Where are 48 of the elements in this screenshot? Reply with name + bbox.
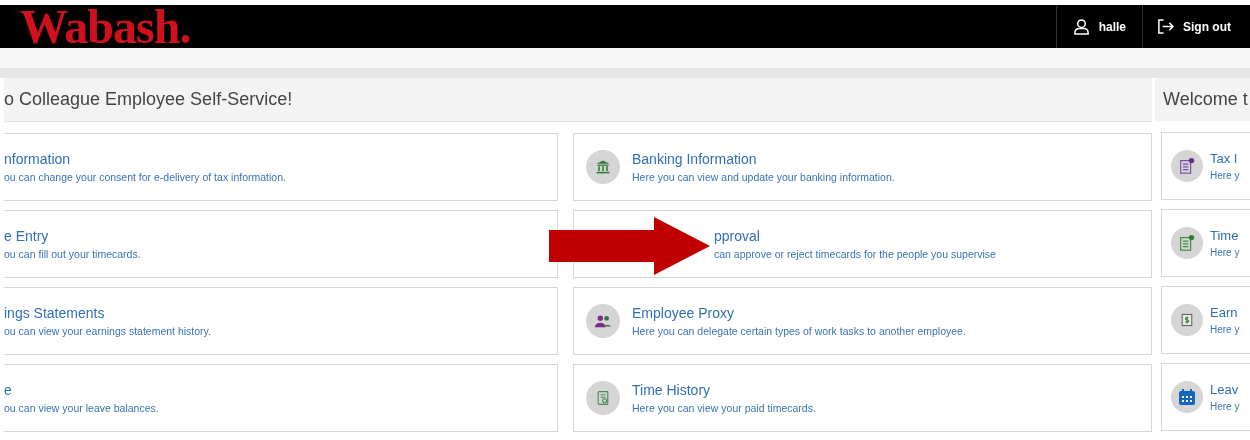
card[interactable]: Time Here y [1161,209,1250,277]
card[interactable]: Time History Here you can view your paid timecards. [573,364,1152,432]
card-description: Here y [1210,324,1240,335]
card[interactable]: nformation ou can change your consent for e-delivery of tax information. [4,133,558,201]
card[interactable]: e ou can view your leave balances. [4,364,558,432]
sign-out-icon [1157,18,1174,35]
card-title[interactable]: Banking Information [632,151,757,167]
card-description: Here y [1210,401,1240,412]
card[interactable]: Leav Here y [1161,363,1250,431]
card[interactable]: Banking Information Here you can view and update your banking information. [573,133,1152,201]
card-description: can approve or reject timecards for the people you supervise [714,248,996,260]
card-title[interactable]: Employee Proxy [632,305,734,321]
document-icon [1171,227,1203,259]
card-title[interactable]: Time History [632,382,711,398]
card-title[interactable]: pproval [714,228,760,244]
card-title[interactable]: Tax I [1210,151,1238,166]
card-description: ou can view your earnings statement history. [4,325,211,337]
page-heading: o Colleague Employee Self-Service! [4,78,1152,122]
card-description: Here you can view your paid timecards. [632,402,816,414]
logo[interactable]: Wabash. [20,5,191,48]
page-heading: Welcome t [1155,78,1250,121]
card[interactable]: Earn Here y [1161,286,1250,354]
calendar-icon [1171,381,1203,413]
card-description: Here y [1210,170,1240,181]
card[interactable]: pproval can approve or reject timecards for the people you supervise [573,210,1152,278]
card[interactable]: ings Statements ou can view your earnings statement history. [4,287,558,355]
card-title[interactable]: Time [1210,228,1239,243]
user-icon [1072,18,1090,35]
card[interactable]: e Entry ou can fill out your timecards. [4,210,558,278]
card[interactable]: Employee Proxy Here you can delegate certain types of work tasks to another employee. [573,287,1152,355]
card-description: ou can fill out your timecards. [4,248,141,260]
card[interactable]: Tax I Here y [1161,132,1250,200]
people-icon [586,304,620,338]
card-title[interactable]: Earn [1210,305,1238,320]
card-title[interactable]: e Entry [4,228,49,244]
dollar-note-icon [1171,304,1203,336]
card-description: Here you can view and update your banking information. [632,171,895,183]
document-icon [1171,150,1203,182]
bank-icon [586,150,620,184]
card-description: Here you can delegate certain types of work tasks to another employee. [632,325,966,337]
receipt-clock-icon [586,381,620,415]
card-title[interactable]: ings Statements [4,305,105,321]
card-description: ou can change your consent for e-delivery of tax information. [4,171,286,183]
card-description: Here y [1210,247,1240,258]
card-title[interactable]: e [4,382,12,398]
card-description: ou can view your leave balances. [4,402,159,414]
card-title[interactable]: Leav [1210,382,1239,397]
card-title[interactable]: nformation [4,151,71,167]
